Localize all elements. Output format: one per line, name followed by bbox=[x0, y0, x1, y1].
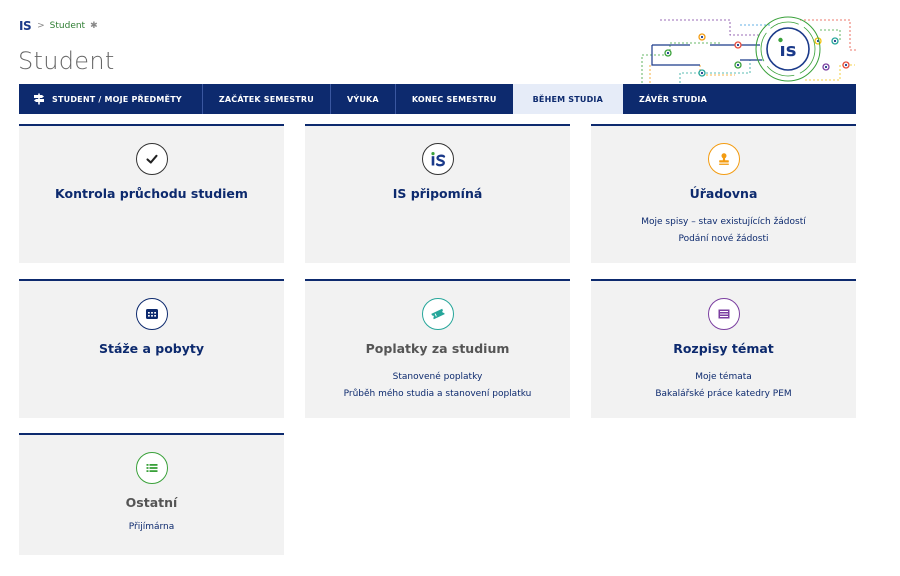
signpost-icon bbox=[34, 93, 44, 105]
card-poplatky-za-studium[interactable]: Poplatky za studium Stanovené poplatky P… bbox=[305, 279, 570, 418]
check-icon bbox=[135, 143, 168, 175]
card-title[interactable]: Ostatní bbox=[19, 495, 284, 510]
tab-label: KONEC SEMESTRU bbox=[411, 94, 497, 104]
card-ostatni[interactable]: Ostatní Přijímárna bbox=[19, 433, 284, 555]
calendar-icon bbox=[135, 298, 168, 330]
breadcrumb-student-link[interactable]: Student bbox=[50, 21, 85, 31]
card-links: Moje témata Bakalářské práce katedry PEM bbox=[591, 369, 856, 403]
pin-icon[interactable]: ✱ bbox=[90, 21, 98, 31]
tab-behem-studia[interactable]: BĚHEM STUDIA bbox=[512, 84, 624, 114]
tab-label: BĚHEM STUDIA bbox=[532, 94, 604, 104]
svg-text:ıs: ıs bbox=[780, 40, 797, 61]
is-logo-icon bbox=[421, 143, 454, 175]
tab-student-moje-predmety[interactable]: STUDENT / MOJE PŘEDMĚTY bbox=[19, 84, 203, 114]
card-links: Moje spisy – stav existujících žádostí P… bbox=[591, 214, 856, 248]
circuit-decoration-icon: ıs bbox=[641, 16, 856, 83]
card-title[interactable]: Poplatky za studium bbox=[305, 341, 570, 356]
breadcrumb-separator: > bbox=[37, 21, 45, 31]
link-moje-spisy[interactable]: Moje spisy – stav existujících žádostí bbox=[591, 214, 856, 231]
tab-label: ZÁVĚR STUDIA bbox=[639, 94, 707, 104]
card-title[interactable]: Kontrola průchodu studiem bbox=[19, 186, 284, 201]
card-title[interactable]: Úřadovna bbox=[591, 186, 856, 201]
card-links: Přijímárna bbox=[19, 519, 284, 536]
card-uradovna[interactable]: Úřadovna Moje spisy – stav existujících … bbox=[591, 124, 856, 263]
is-logo[interactable]: IS bbox=[19, 19, 32, 33]
tab-label: ZAČÁTEK SEMESTRU bbox=[218, 94, 314, 104]
card-is-pripomina[interactable]: IS připomíná bbox=[305, 124, 570, 263]
page-title: Student bbox=[18, 47, 115, 75]
tab-zacatek-semestru[interactable]: ZAČÁTEK SEMESTRU bbox=[203, 84, 331, 114]
card-links: Stanovené poplatky Průběh mého studia a … bbox=[305, 369, 570, 403]
tab-label: STUDENT / MOJE PŘEDMĚTY bbox=[52, 94, 182, 104]
breadcrumb: IS > Student ✱ bbox=[19, 19, 98, 33]
tab-label: VÝUKA bbox=[346, 94, 379, 104]
link-moje-temata[interactable]: Moje témata bbox=[591, 369, 856, 386]
link-podani-zadosti[interactable]: Podání nové žádosti bbox=[591, 231, 856, 248]
card-title[interactable]: Rozpisy témat bbox=[591, 341, 856, 356]
card-title[interactable]: IS připomíná bbox=[305, 186, 570, 201]
ticket-icon bbox=[421, 298, 454, 330]
list-icon bbox=[135, 452, 168, 484]
list-box-icon bbox=[707, 298, 740, 330]
tab-konec-semestru[interactable]: KONEC SEMESTRU bbox=[396, 84, 513, 114]
card-rozpisy-temat[interactable]: Rozpisy témat Moje témata Bakalářské prá… bbox=[591, 279, 856, 418]
tab-zaver-studia[interactable]: ZÁVĚR STUDIA bbox=[623, 84, 723, 114]
link-prubeh-studia-poplatek[interactable]: Průběh mého studia a stanovení poplatku bbox=[305, 386, 570, 403]
card-kontrola-pruchodu[interactable]: Kontrola průchodu studiem bbox=[19, 124, 284, 263]
stamp-icon bbox=[707, 143, 740, 175]
link-stanovene-poplatky[interactable]: Stanovené poplatky bbox=[305, 369, 570, 386]
main-navigation: STUDENT / MOJE PŘEDMĚTY ZAČÁTEK SEMESTRU… bbox=[19, 84, 856, 114]
card-title[interactable]: Stáže a pobyty bbox=[19, 341, 284, 356]
link-bakalarske-prace[interactable]: Bakalářské práce katedry PEM bbox=[591, 386, 856, 403]
card-staze-a-pobyty[interactable]: Stáže a pobyty bbox=[19, 279, 284, 418]
link-prijimarna[interactable]: Přijímárna bbox=[19, 519, 284, 536]
logo-text: IS bbox=[19, 19, 32, 33]
tab-vyuka[interactable]: VÝUKA bbox=[331, 84, 396, 114]
